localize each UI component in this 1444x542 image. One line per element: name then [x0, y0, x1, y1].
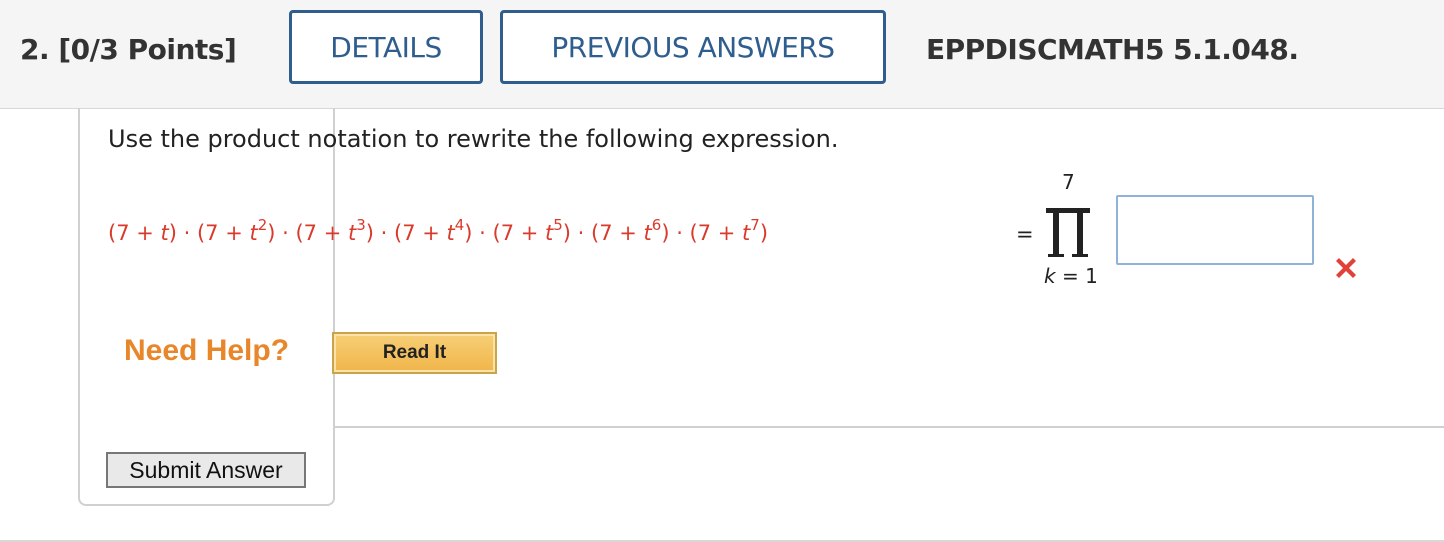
question-id: EPPDISCMATH5 5.1.048. — [926, 33, 1299, 66]
need-help-label: Need Help? — [124, 334, 290, 367]
term-variable: t — [160, 221, 169, 245]
term-base: (7 + — [591, 221, 644, 245]
expression-term: (7 + t5) — [492, 216, 571, 245]
incorrect-x-icon — [1336, 258, 1356, 278]
read-it-button[interactable]: Read It — [332, 332, 497, 374]
multiply-dot: · — [275, 221, 296, 245]
question-title: 2. [0/3 Points] — [20, 33, 237, 66]
term-variable: t — [643, 221, 652, 245]
multiply-dot: · — [571, 221, 592, 245]
term-base: (7 + — [295, 221, 348, 245]
product-upper-limit: 7 — [1062, 170, 1075, 194]
term-base: (7 + — [492, 221, 546, 245]
question-header: 2. [0/3 Points] DETAILS PREVIOUS ANSWERS… — [0, 0, 1444, 109]
expression-term: (7 + t7) — [689, 216, 769, 245]
term-exponent: 2 — [257, 216, 268, 234]
index-variable: k — [1044, 264, 1056, 288]
term-base: (7 + — [108, 221, 161, 245]
term-exponent: 7 — [750, 216, 760, 234]
expression-term: (7 + t6) — [591, 216, 670, 245]
question-prompt: Use the product notation to rewrite the … — [108, 125, 839, 153]
term-base: (7 + — [196, 221, 250, 245]
product-lower-limit: k = 1 — [1044, 264, 1098, 288]
expression-term: (7 + t4) — [394, 216, 473, 245]
product-symbol-icon — [1046, 208, 1090, 257]
term-variable: t — [545, 221, 554, 245]
multiply-dot: · — [373, 221, 394, 245]
previous-answers-button[interactable]: PREVIOUS ANSWERS — [500, 10, 886, 84]
term-variable: t — [446, 221, 455, 245]
answer-input[interactable] — [1116, 195, 1314, 265]
term-variable: t — [347, 221, 357, 245]
term-exponent: 5 — [553, 216, 563, 234]
equals-sign: = — [1016, 222, 1034, 246]
term-variable: t — [249, 221, 258, 245]
question-number: 2. — [20, 33, 50, 66]
submit-answer-button[interactable]: Submit Answer — [106, 452, 306, 488]
question-panel — [78, 108, 335, 506]
expression-term: (7 + t2) — [196, 216, 276, 245]
multiply-dot: · — [472, 221, 493, 245]
multiply-dot: · — [669, 221, 690, 245]
term-exponent: 6 — [651, 216, 662, 234]
multiply-dot: · — [176, 221, 197, 245]
expression-term: (7 + t) — [108, 221, 177, 245]
expression-term: (7 + t3) — [295, 216, 374, 245]
term-exponent: 3 — [356, 216, 366, 234]
term-base: (7 + — [394, 221, 447, 245]
details-button[interactable]: DETAILS — [289, 10, 483, 84]
term-exponent: 4 — [454, 216, 465, 234]
panel-divider — [335, 426, 1444, 428]
term-base: (7 + — [689, 221, 743, 245]
product-lower-text: k = 1 — [1044, 264, 1098, 288]
math-expression: (7 + t) · (7 + t2) · (7 + t3) · (7 + t4)… — [108, 216, 769, 245]
question-points: [0/3 Points] — [58, 33, 237, 66]
